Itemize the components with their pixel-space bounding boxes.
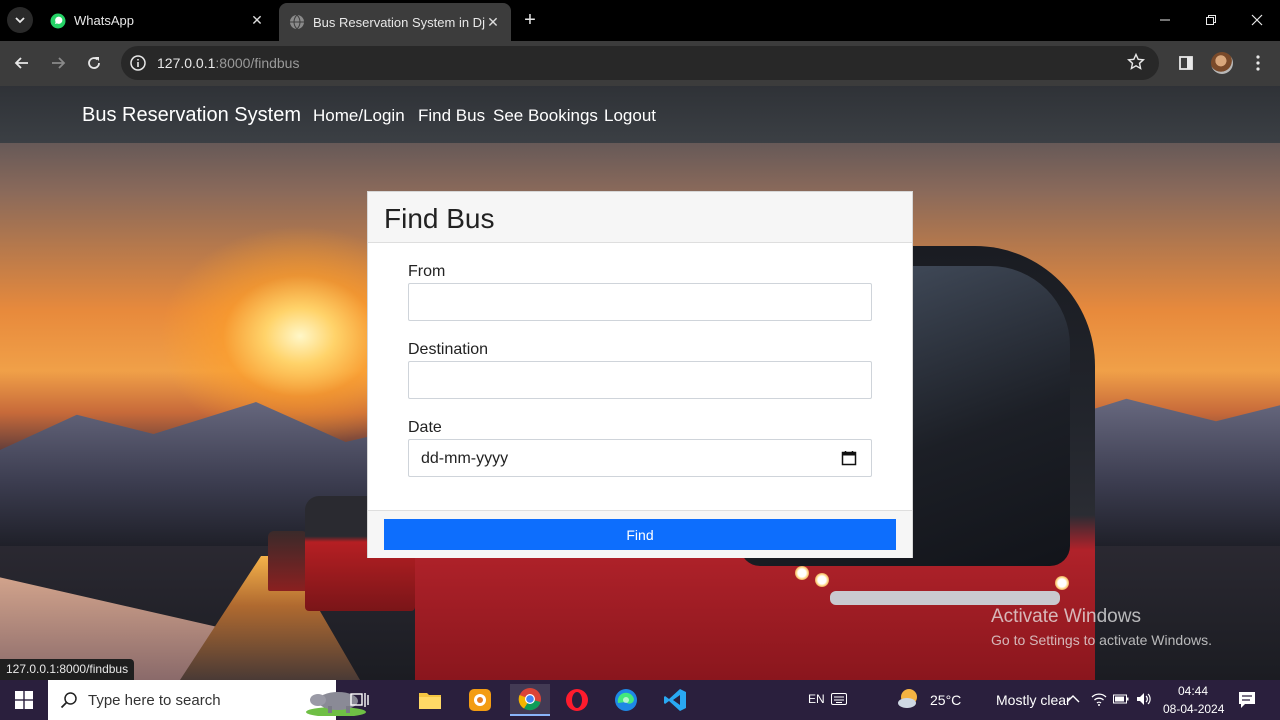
find-button[interactable]: Find (384, 519, 896, 550)
url-host: 127.0.0.1 (157, 55, 216, 71)
browser-tab-strip: WhatsApp ✕ Bus Reservation System in Dja… (0, 0, 1280, 41)
from-label: From (408, 263, 446, 280)
volume-icon[interactable] (1136, 691, 1152, 707)
windows-taskbar: Type here to search EN 25°C Mostly clear… (0, 680, 1280, 720)
tab-bus-reservation[interactable]: Bus Reservation System in Djang ✕ (279, 3, 511, 41)
opera-taskbar-button[interactable] (557, 684, 597, 716)
side-panel-button[interactable] (1172, 49, 1200, 77)
find-bus-card: Find Bus From Destination Date dd-mm-yyy… (367, 191, 913, 558)
background-bus-headlight (1055, 576, 1069, 590)
profile-avatar[interactable] (1211, 52, 1233, 74)
clock-time[interactable]: 04:44 (1178, 684, 1208, 698)
nav-home-login[interactable]: Home/Login (313, 106, 405, 126)
close-window-button[interactable] (1234, 0, 1280, 40)
opera-icon (566, 689, 588, 711)
edge-icon (615, 689, 637, 711)
close-icon[interactable]: ✕ (249, 12, 265, 29)
nav-see-bookings[interactable]: See Bookings (493, 106, 598, 126)
search-icon (60, 692, 77, 709)
file-explorer-button[interactable] (410, 684, 450, 716)
menu-button[interactable] (1244, 49, 1272, 77)
url-path: :8000/findbus (215, 55, 300, 71)
arrow-right-icon (52, 57, 66, 69)
restore-icon (1206, 15, 1216, 25)
start-button[interactable] (0, 680, 48, 720)
tab-whatsapp[interactable]: WhatsApp ✕ (40, 4, 275, 37)
vscode-taskbar-button[interactable] (655, 684, 695, 716)
vscode-icon (664, 689, 686, 711)
close-icon (1251, 14, 1263, 26)
activate-windows-watermark: Activate Windows Go to Settings to activ… (991, 606, 1212, 648)
address-bar[interactable]: 127.0.0.1:8000/findbus (121, 46, 1159, 80)
wifi-icon[interactable] (1091, 691, 1107, 707)
site-navbar: Bus Reservation System Home/Login Find B… (0, 86, 1280, 143)
tab-search-button[interactable] (7, 7, 33, 33)
chevron-down-icon (15, 17, 25, 24)
globe-icon (290, 14, 304, 30)
folder-icon (419, 693, 441, 709)
watermark-title: Activate Windows (991, 606, 1141, 627)
from-input[interactable] (408, 283, 872, 321)
nav-logout[interactable]: Logout (604, 106, 656, 126)
weather-moon-cloud-icon[interactable] (897, 688, 921, 710)
background-bus-far (268, 531, 308, 591)
web-page: Bus Reservation System Home/Login Find B… (0, 86, 1280, 680)
date-input[interactable]: dd-mm-yyyy (408, 439, 872, 477)
app-icon-button[interactable] (460, 684, 500, 716)
date-label: Date (408, 419, 442, 436)
star-icon[interactable] (1127, 53, 1145, 71)
close-icon[interactable]: ✕ (485, 14, 501, 30)
page-title: Find Bus (384, 203, 495, 234)
side-panel-icon (1179, 56, 1193, 70)
restore-button[interactable] (1188, 0, 1234, 40)
chrome-taskbar-button[interactable] (510, 684, 550, 716)
weather-temperature[interactable]: 25°C (930, 692, 961, 708)
chevron-up-icon[interactable] (1066, 694, 1080, 704)
reload-icon (88, 57, 100, 69)
browser-toolbar: 127.0.0.1:8000/findbus (0, 41, 1280, 86)
chrome-icon (518, 688, 541, 711)
minimize-button[interactable] (1142, 0, 1188, 40)
weather-condition[interactable]: Mostly clear (996, 692, 1071, 708)
clock-date[interactable]: 08-04-2024 (1163, 702, 1224, 716)
card-footer: Find (368, 510, 912, 558)
calendar-icon[interactable] (841, 450, 857, 466)
whatsapp-icon (50, 13, 66, 28)
search-placeholder: Type here to search (88, 692, 221, 709)
tab-title: WhatsApp (74, 13, 134, 28)
edge-taskbar-button[interactable] (606, 684, 646, 716)
orange-app-icon (469, 689, 491, 711)
more-vertical-icon (1256, 55, 1260, 71)
date-placeholder: dd-mm-yyyy (421, 450, 509, 467)
back-button[interactable] (8, 49, 36, 77)
taskbar-search-box[interactable]: Type here to search (48, 680, 366, 720)
card-header: Find Bus (368, 192, 912, 243)
task-view-button[interactable] (340, 684, 380, 716)
new-tab-button[interactable]: + (518, 9, 542, 33)
navbar-brand[interactable]: Bus Reservation System (82, 104, 301, 127)
minimize-icon (1160, 19, 1170, 21)
windows-logo-icon (15, 691, 33, 709)
reload-button[interactable] (80, 49, 108, 77)
url-text: 127.0.0.1:8000/findbus (157, 55, 299, 71)
destination-label: Destination (408, 341, 489, 358)
background-bus-headlight (795, 566, 809, 580)
notification-icon[interactable] (1238, 691, 1256, 709)
keyboard-icon[interactable] (831, 693, 847, 705)
nav-find-bus[interactable]: Find Bus (418, 106, 485, 126)
forward-button[interactable] (44, 49, 72, 77)
background-bus-headlight (815, 573, 829, 587)
task-view-icon (350, 693, 369, 707)
destination-input[interactable] (408, 361, 872, 399)
battery-icon[interactable] (1113, 693, 1129, 705)
info-icon[interactable] (129, 54, 147, 72)
arrow-left-icon (14, 57, 28, 69)
status-bar-url: 127.0.0.1:8000/findbus (0, 659, 135, 680)
language-indicator[interactable]: EN (808, 692, 825, 706)
watermark-subtitle: Go to Settings to activate Windows. (991, 632, 1212, 648)
tab-title: Bus Reservation System in Djang (313, 14, 485, 30)
background-bus-grille (830, 591, 1060, 605)
